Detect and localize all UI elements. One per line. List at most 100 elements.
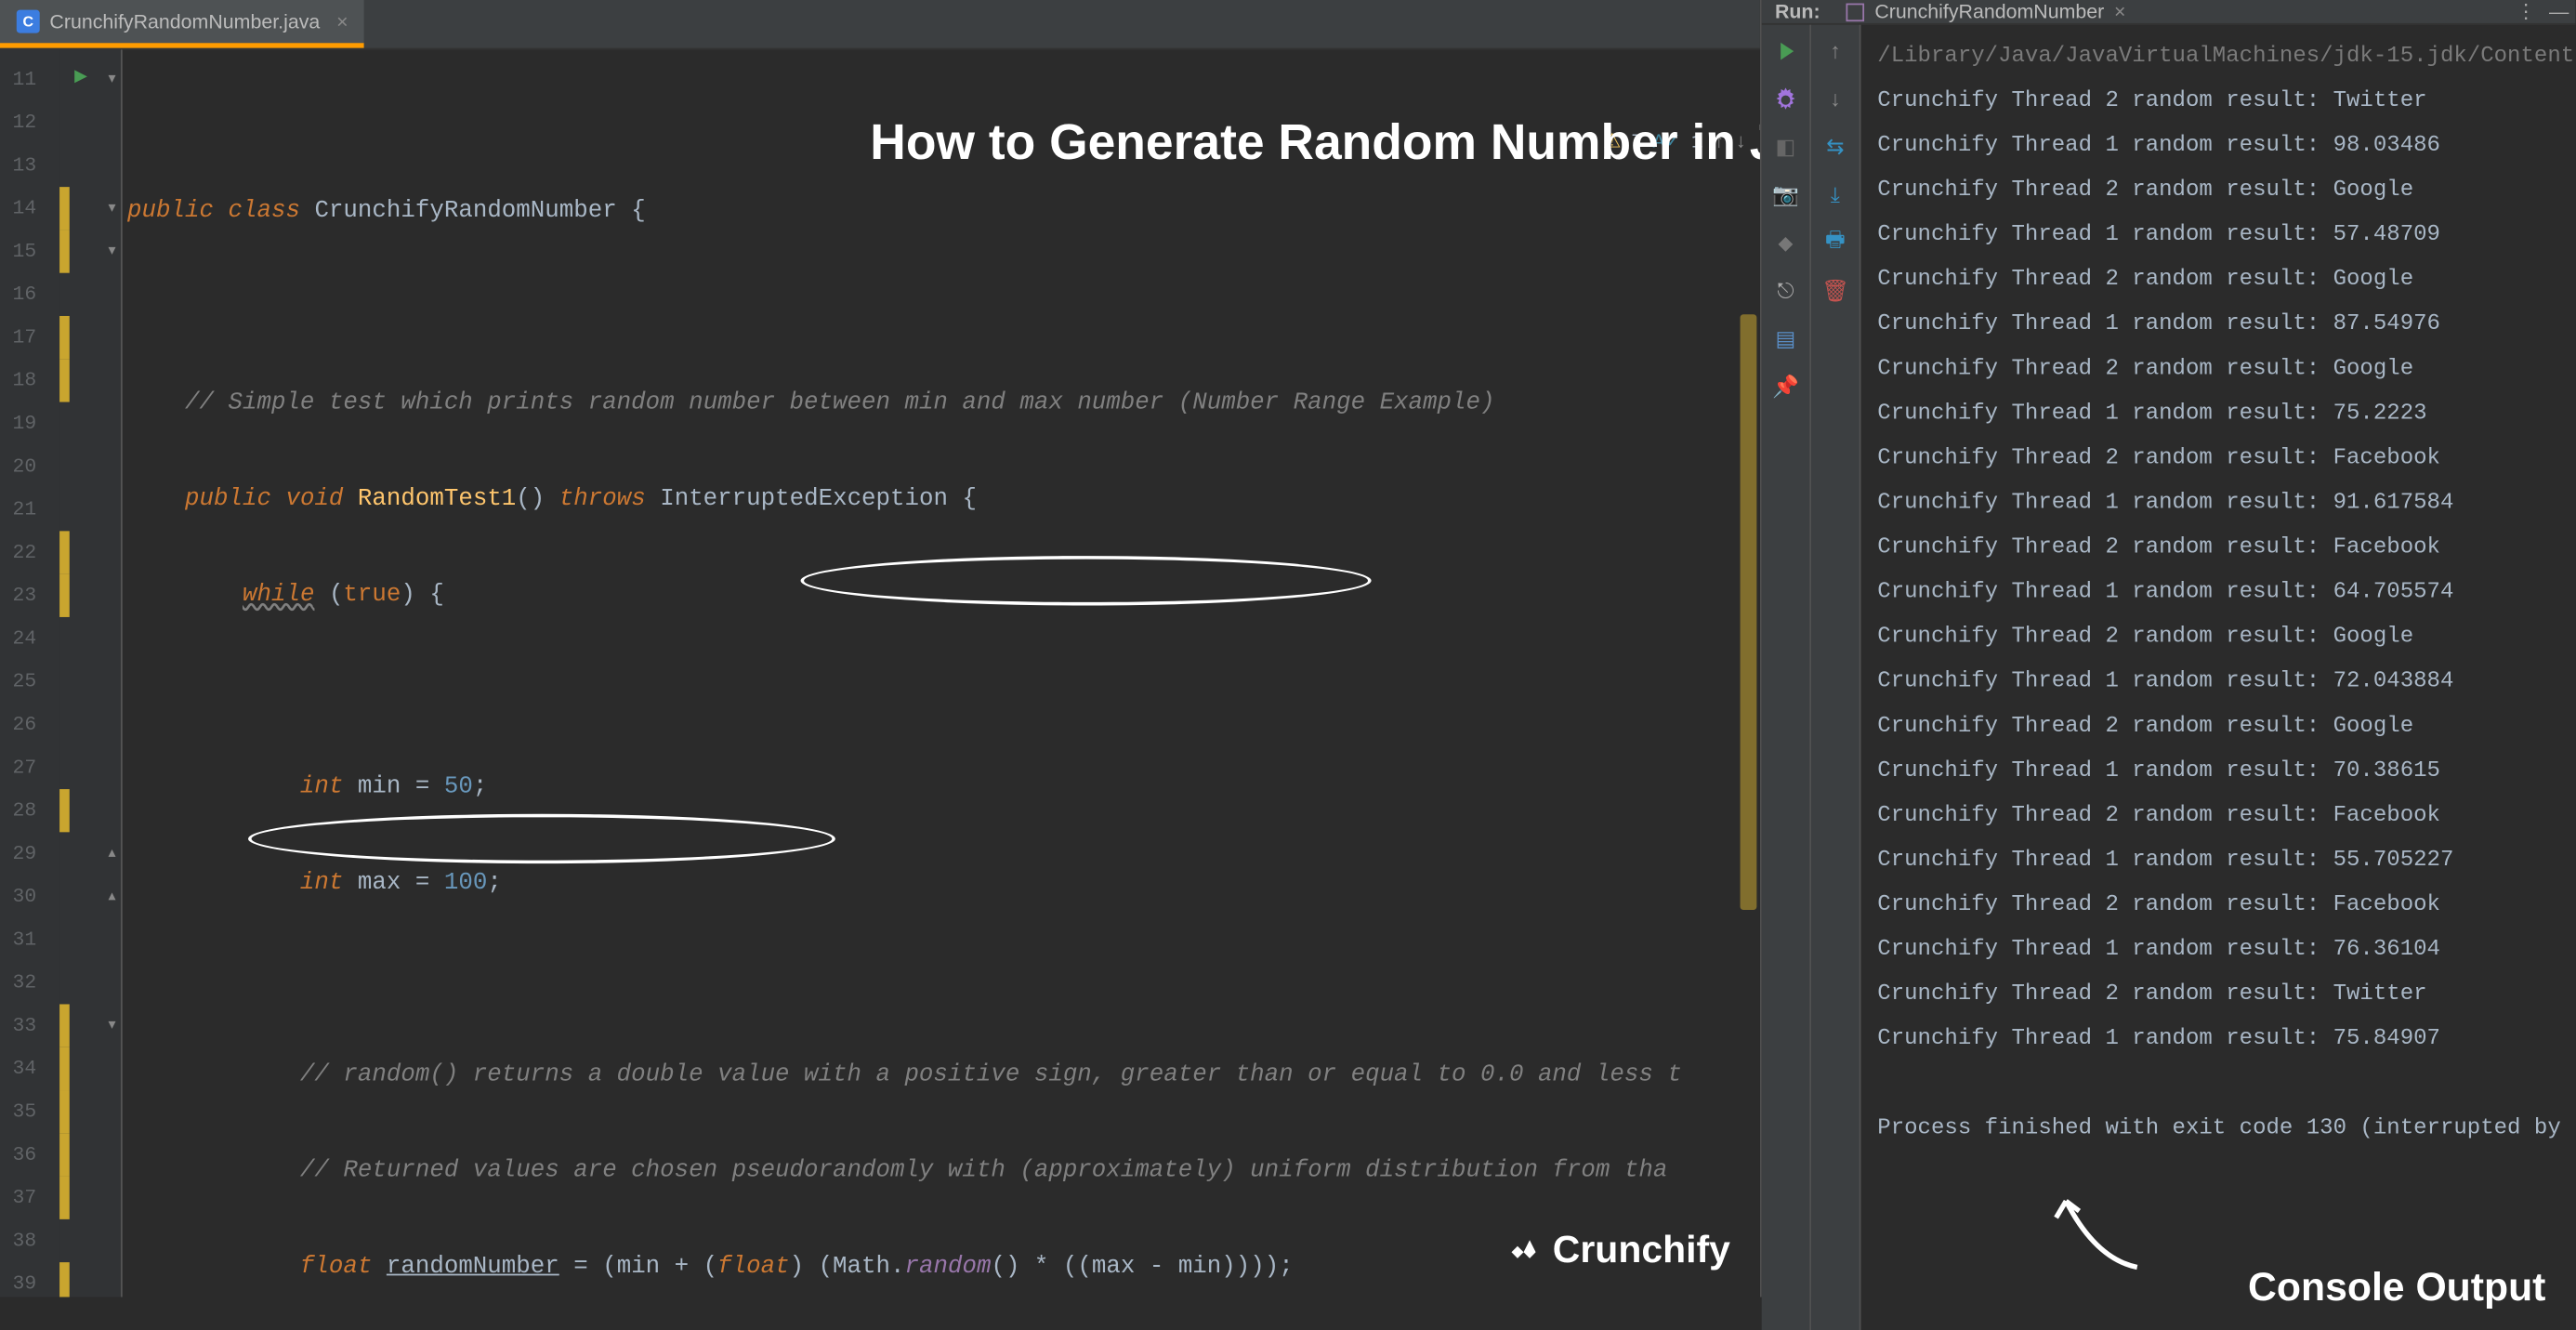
code-line: while (true) { bbox=[127, 574, 1760, 617]
console-line: Crunchify Thread 1 random result: 75.222… bbox=[1877, 392, 2575, 437]
clear-icon[interactable]: 🗑 bbox=[1822, 278, 1848, 304]
console-line: Crunchify Thread 2 random result: Twitte… bbox=[1877, 79, 2575, 124]
line-number: 36 bbox=[0, 1133, 59, 1176]
layout-icon[interactable]: ▤ bbox=[1772, 326, 1798, 352]
gutter-marker bbox=[59, 746, 121, 789]
code-line: public class CrunchifyRandomNumber { bbox=[127, 191, 1760, 233]
wrap-icon[interactable]: ⇆ bbox=[1822, 134, 1848, 160]
code-line bbox=[127, 286, 1760, 329]
line-number: 28 bbox=[0, 789, 59, 832]
gutter-marker bbox=[59, 316, 121, 359]
line-number: 11 bbox=[0, 58, 59, 100]
gutter-marker bbox=[59, 1090, 121, 1133]
gutter-marker bbox=[59, 1262, 121, 1297]
fold-start-icon[interactable]: ▾ bbox=[109, 72, 116, 88]
line-number: 12 bbox=[0, 101, 59, 144]
gutter-marker: ▶▾ bbox=[59, 58, 121, 100]
editor-tab-bar: C CrunchifyRandomNumber.java × bbox=[0, 0, 1760, 49]
console-line: Crunchify Thread 2 random result: Google bbox=[1877, 705, 2575, 749]
java-class-icon: C bbox=[17, 10, 40, 33]
gutter-marker bbox=[59, 273, 121, 316]
run-config-tab[interactable]: CrunchifyRandomNumber × bbox=[1836, 0, 2136, 23]
crunchify-logo-icon bbox=[1506, 1231, 1543, 1268]
line-number: 14 bbox=[0, 187, 59, 230]
console-line: Crunchify Thread 1 random result: 91.617… bbox=[1877, 481, 2575, 526]
more-icon[interactable]: ⋮ bbox=[2516, 0, 2535, 23]
console-line: Crunchify Thread 2 random result: Facebo… bbox=[1877, 884, 2575, 928]
run-label: Run: bbox=[1775, 0, 1820, 23]
line-number: 33 bbox=[0, 1004, 59, 1047]
line-number: 27 bbox=[0, 746, 59, 789]
run-config-name: CrunchifyRandomNumber bbox=[1874, 0, 2104, 23]
console-output[interactable]: /Library/Java/JavaVirtualMachines/jdk-15… bbox=[1861, 25, 2576, 1330]
print-icon[interactable]: 🖶 bbox=[1822, 230, 1848, 256]
code-area: 1112131415161718192021222324252627282930… bbox=[0, 49, 1760, 1297]
gutter-marker bbox=[59, 617, 121, 660]
stop-icon[interactable]: ◧ bbox=[1772, 134, 1798, 160]
console-line: Crunchify Thread 2 random result: Facebo… bbox=[1877, 526, 2575, 571]
console-line: Crunchify Thread 1 random result: 75.849… bbox=[1877, 1018, 2575, 1062]
run-toolbar-secondary: ↑ ↓ ⇆ ⤓ 🖶 🗑 bbox=[1811, 25, 1860, 1330]
gutter-marker: ▾ bbox=[59, 230, 121, 272]
editor-scrollbar[interactable] bbox=[1741, 314, 1757, 910]
gutter-actions: ▶▾▾▾▴▴▾ bbox=[59, 49, 123, 1297]
fold-end-icon[interactable]: ▴ bbox=[109, 889, 116, 905]
gutter-marker bbox=[59, 789, 121, 832]
fold-end-icon[interactable]: ▴ bbox=[109, 846, 116, 863]
down-icon[interactable]: ↓ bbox=[1822, 86, 1848, 112]
console-line: Crunchify Thread 2 random result: Google bbox=[1877, 615, 2575, 660]
scroll-icon[interactable]: ⤓ bbox=[1822, 182, 1848, 208]
line-number: 30 bbox=[0, 876, 59, 918]
line-number: 20 bbox=[0, 445, 59, 488]
fold-start-icon[interactable]: ▾ bbox=[109, 200, 116, 217]
code-line: int min = 50; bbox=[127, 766, 1760, 809]
editor-tab[interactable]: C CrunchifyRandomNumber.java × bbox=[0, 0, 364, 48]
camera-icon[interactable]: 📷 bbox=[1772, 182, 1798, 208]
run-tool-window: Run: CrunchifyRandomNumber × ⋮ — ◧ 📷 ⬥ ⎋… bbox=[1760, 0, 2576, 1297]
code-line: // Simple test which prints random numbe… bbox=[127, 382, 1760, 425]
line-number: 22 bbox=[0, 531, 59, 573]
console-exit-line: Process finished with exit code 130 (int… bbox=[1877, 1107, 2575, 1152]
fold-start-icon[interactable]: ▾ bbox=[109, 244, 116, 260]
annotation-arrow bbox=[2046, 1184, 2162, 1284]
code-content[interactable]: How to Generate Random Number in Java wi… bbox=[123, 49, 1760, 1297]
console-line: Crunchify Thread 1 random result: 55.705… bbox=[1877, 838, 2575, 883]
run-config-icon bbox=[1847, 3, 1865, 21]
console-line: Crunchify Thread 2 random result: Twitte… bbox=[1877, 973, 2575, 1018]
line-number: 35 bbox=[0, 1090, 59, 1133]
line-number: 23 bbox=[0, 574, 59, 617]
gutter-marker: ▴ bbox=[59, 832, 121, 875]
editor-pane: C CrunchifyRandomNumber.java × 111213141… bbox=[0, 0, 1760, 1297]
console-line: Crunchify Thread 1 random result: 57.487… bbox=[1877, 214, 2575, 258]
console-output-label: Console Output bbox=[2248, 1266, 2545, 1310]
up-icon[interactable]: ↑ bbox=[1822, 38, 1848, 64]
gutter-marker bbox=[59, 574, 121, 617]
pin-icon[interactable]: 📌 bbox=[1772, 374, 1798, 400]
code-line bbox=[127, 670, 1760, 713]
line-number: 39 bbox=[0, 1262, 59, 1297]
dump-icon[interactable]: ⬥ bbox=[1772, 230, 1798, 256]
settings-icon[interactable] bbox=[1772, 86, 1798, 112]
line-number-gutter: 1112131415161718192021222324252627282930… bbox=[0, 49, 59, 1297]
minimize-icon[interactable]: — bbox=[2549, 0, 2569, 23]
fold-start-icon[interactable]: ▾ bbox=[109, 1018, 116, 1034]
gutter-marker bbox=[59, 445, 121, 488]
gutter-marker: ▴ bbox=[59, 876, 121, 918]
close-icon[interactable]: × bbox=[336, 10, 348, 33]
run-class-icon[interactable]: ▶ bbox=[74, 68, 87, 87]
code-line: // Returned values are chosen pseudorand… bbox=[127, 1150, 1760, 1192]
console-line: Crunchify Thread 1 random result: 98.034… bbox=[1877, 125, 2575, 169]
console-line: Crunchify Thread 2 random result: Google bbox=[1877, 258, 2575, 303]
gutter-marker bbox=[59, 918, 121, 961]
close-icon[interactable]: × bbox=[2114, 0, 2125, 23]
gutter-marker: ▾ bbox=[59, 187, 121, 230]
tab-label: CrunchifyRandomNumber.java bbox=[49, 10, 320, 33]
line-number: 25 bbox=[0, 660, 59, 703]
gutter-marker bbox=[59, 1177, 121, 1219]
rerun-icon[interactable] bbox=[1772, 38, 1798, 64]
line-number: 32 bbox=[0, 961, 59, 1004]
line-number: 26 bbox=[0, 704, 59, 746]
annotation-title: How to Generate Random Number in Java wi… bbox=[870, 111, 1760, 178]
line-number: 31 bbox=[0, 918, 59, 961]
exit-icon[interactable]: ⎋ bbox=[1772, 278, 1798, 304]
